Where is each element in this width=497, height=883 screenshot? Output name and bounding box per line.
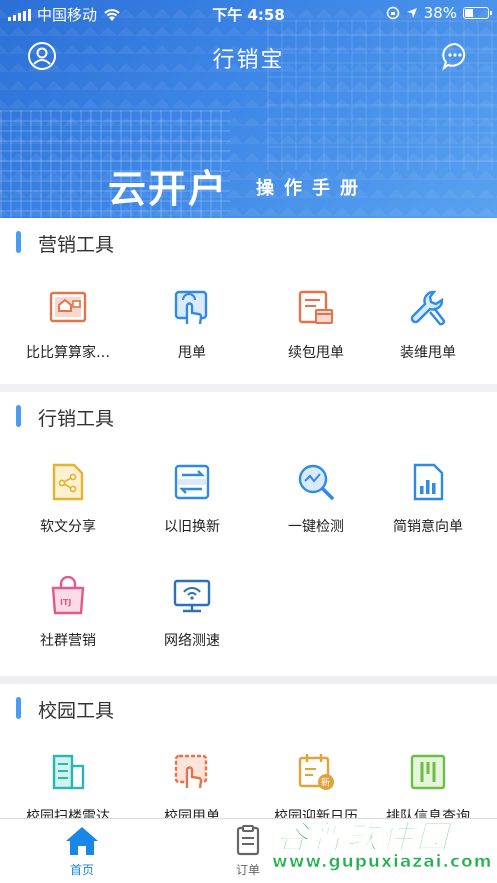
tool-install-maintain[interactable]: 装维甩单 xyxy=(366,280,490,390)
header-banner: 中国移动 下午 4:58 38% 行销宝 云开户 操作手册 xyxy=(0,0,497,218)
banner-subtitle: 操作手册 xyxy=(256,178,368,199)
tool-label: 社群营销 xyxy=(40,633,96,649)
chat-icon xyxy=(442,42,466,71)
page-title: 行销宝 xyxy=(212,48,285,73)
touch-icon xyxy=(174,754,208,789)
nav-bar: 行销宝 xyxy=(0,36,497,76)
tool-trade-in[interactable]: 以旧换新 xyxy=(130,454,254,564)
section-marker xyxy=(16,405,21,427)
wrench-icon xyxy=(410,290,446,326)
tool-bibi-calc[interactable]: 比比算算家… xyxy=(6,280,130,390)
section-title: 营销工具 xyxy=(38,234,115,256)
tab-bar: 首页 订单 xyxy=(0,818,497,883)
tool-article-share[interactable]: 软文分享 xyxy=(6,454,130,564)
tool-intent-order[interactable]: 简销意向单 xyxy=(366,454,490,564)
message-button[interactable] xyxy=(439,40,471,72)
tool-label: 简销意向单 xyxy=(393,519,463,535)
campus-tools-section: 校园工具 校园扫楼雷达 校园甩单 新 校园迎新日历 排队信息查询 xyxy=(0,684,497,825)
tool-label: 比比算算家… xyxy=(26,345,110,361)
battery-icon xyxy=(463,7,492,19)
banner-title[interactable]: 云开户 xyxy=(108,158,228,213)
tool-label: 软文分享 xyxy=(40,519,96,535)
search-chart-icon xyxy=(298,464,334,500)
queue-icon xyxy=(410,754,446,790)
share-doc-icon xyxy=(52,463,84,501)
rotation-lock-icon xyxy=(386,6,399,20)
bag-icon: ITJ xyxy=(51,576,85,615)
battery-percent: 38% xyxy=(423,4,457,22)
marketing-tools-section: 营销工具 比比算算家… 甩单 续包甩单 装维甩单 xyxy=(0,218,497,384)
tool-label: 续包甩单 xyxy=(288,345,344,361)
tool-renew-package[interactable]: 续包甩单 xyxy=(254,280,378,390)
tool-community-marketing[interactable]: ITJ 社群营销 xyxy=(6,568,130,678)
building-icon xyxy=(52,754,85,790)
tab-label: 订单 xyxy=(235,863,260,877)
tab-orders[interactable]: 订单 xyxy=(208,825,288,881)
tool-one-key-check[interactable]: 一键检测 xyxy=(254,454,378,564)
tool-label: 甩单 xyxy=(178,345,206,361)
calendar-icon: 新 xyxy=(298,754,334,790)
section-marker xyxy=(16,231,21,253)
section-title: 校园工具 xyxy=(38,700,115,722)
monitor-wifi-icon xyxy=(173,579,211,613)
order-icon xyxy=(236,825,260,856)
section-title: 行销工具 xyxy=(38,408,115,430)
svg-text:ITJ: ITJ xyxy=(60,598,71,607)
package-icon xyxy=(298,290,333,324)
exchange-icon xyxy=(174,464,210,500)
tool-label: 一键检测 xyxy=(288,519,344,535)
tool-label: 网络测速 xyxy=(164,633,220,649)
tool-shuai-dan[interactable]: 甩单 xyxy=(130,280,254,390)
status-bar: 中国移动 下午 4:58 38% xyxy=(0,0,497,26)
sales-tools-section: 行销工具 软文分享 以旧换新 一键检测 简销意向单 ITJ 社群营销 网络测速 xyxy=(0,392,497,676)
section-marker xyxy=(16,697,21,719)
tool-speed-test[interactable]: 网络测速 xyxy=(130,568,254,678)
tool-label: 以旧换新 xyxy=(164,519,220,535)
report-icon xyxy=(413,463,444,501)
tab-label: 首页 xyxy=(69,863,94,877)
house-calc-icon xyxy=(49,291,87,323)
svg-text:新: 新 xyxy=(321,777,330,789)
touch-icon xyxy=(174,290,208,325)
tool-label: 装维甩单 xyxy=(400,345,456,361)
tab-home[interactable]: 首页 xyxy=(42,825,122,881)
location-icon xyxy=(406,8,417,18)
home-icon xyxy=(66,827,98,855)
